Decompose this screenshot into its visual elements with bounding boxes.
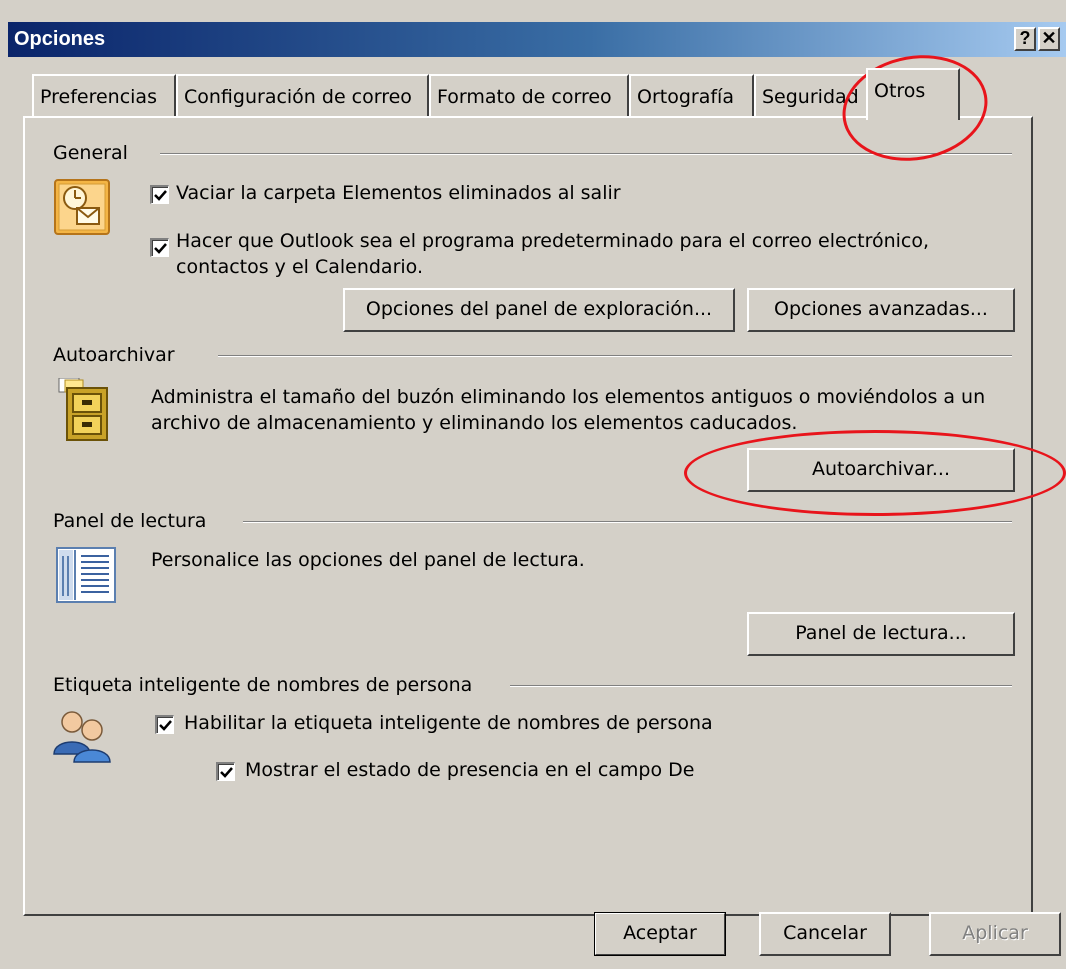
options-dialog: Opciones ? ✕ Preferencias Configuración … [0,0,1066,969]
default-program-label-line2: contactos y el Calendario. [176,256,423,278]
checkmark-icon [154,190,167,201]
show-presence-checkbox[interactable] [216,762,235,781]
apply-button[interactable]: Aplicar [929,912,1061,956]
reading-pane-button[interactable]: Panel de lectura... [747,612,1015,656]
autoarchive-description-line2: archivo de almacenamiento y eliminando l… [151,412,798,434]
enable-person-smart-tag-checkbox[interactable] [155,715,174,734]
reading-pane-icon [56,547,116,603]
tab-formato-correo[interactable]: Formato de correo [429,74,629,118]
window-title: Opciones [14,28,106,50]
section-general-title: General [53,142,128,164]
default-program-label-line1: Hacer que Outlook sea el programa predet… [176,230,930,252]
archive-cabinet-icon [58,378,108,441]
show-presence-label: Mostrar el estado de presencia en el cam… [245,759,695,781]
enable-person-smart-tag-label: Habilitar la etiqueta inteligente de nom… [184,712,713,734]
section-separator [510,685,1012,687]
reading-pane-description: Personalice las opciones del panel de le… [151,549,585,571]
autoarchive-button[interactable]: Autoarchivar... [747,448,1015,492]
empty-deleted-items-label: Vaciar la carpeta Elementos eliminados a… [176,182,621,204]
empty-deleted-items-checkbox[interactable] [150,185,169,204]
navigation-pane-options-button[interactable]: Opciones del panel de exploración... [343,288,735,332]
advanced-options-button[interactable]: Opciones avanzadas... [747,288,1015,332]
section-reading-pane-title: Panel de lectura [53,510,207,532]
section-separator [218,355,1012,357]
tab-otros[interactable]: Otros [866,68,960,120]
ok-button[interactable]: Aceptar [594,912,726,956]
help-button[interactable]: ? [1014,27,1036,51]
tab-seguridad[interactable]: Seguridad [754,74,868,118]
tab-configuracion-correo[interactable]: Configuración de correo [176,74,429,118]
cancel-button[interactable]: Cancelar [759,912,891,956]
title-bar: Opciones ? ✕ [8,22,1066,57]
default-program-checkbox[interactable] [150,238,169,257]
checkmark-icon [159,720,172,731]
tab-preferencias[interactable]: Preferencias [32,74,176,118]
autoarchive-description-line1: Administra el tamaño del buzón eliminand… [151,386,986,408]
outlook-clock-icon [54,179,110,235]
section-separator [160,153,1012,155]
tab-ortografia[interactable]: Ortografía [629,74,754,118]
section-separator [243,521,1012,523]
section-smart-tag-title: Etiqueta inteligente de nombres de perso… [53,674,473,696]
section-autoarchive-title: Autoarchivar [53,344,175,366]
persons-icon [53,711,111,763]
close-button[interactable]: ✕ [1038,27,1060,51]
checkmark-icon [220,767,233,778]
checkmark-icon [154,243,167,254]
